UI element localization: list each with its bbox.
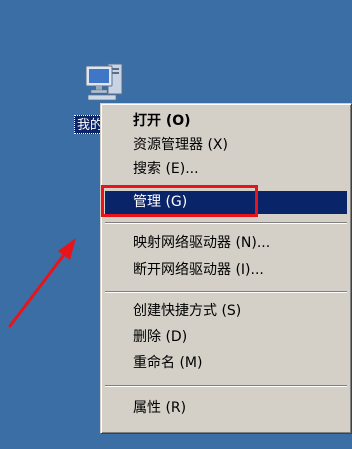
context-menu: 打开 (O) 资源管理器 (X) 搜索 (E)... 管理 (G) 映射网络驱动… [100,103,352,434]
menu-item-explorer[interactable]: 资源管理器 (X) [105,134,347,157]
desktop-background: 我的 打开 (O) 资源管理器 (X) 搜索 (E)... 管理 (G) 映射网… [0,0,352,449]
menu-item-rename[interactable]: 重命名 (M) [105,352,347,375]
menu-item-properties[interactable]: 属性 (R) [105,397,347,420]
menu-item-create-shortcut[interactable]: 创建快捷方式 (S) [105,300,347,323]
menu-item-map-network-drive[interactable]: 映射网络驱动器 (N)... [105,232,347,255]
menu-separator [105,222,347,224]
menu-item-disconnect-network-drive[interactable]: 断开网络驱动器 (I)... [105,259,347,282]
menu-item-delete[interactable]: 删除 (D) [105,326,347,349]
my-computer-icon [85,63,123,101]
menu-item-search[interactable]: 搜索 (E)... [105,158,347,181]
menu-item-open[interactable]: 打开 (O) [105,110,347,133]
menu-separator [105,385,347,387]
menu-separator [105,291,347,293]
highlight-annotation-box [101,185,258,217]
